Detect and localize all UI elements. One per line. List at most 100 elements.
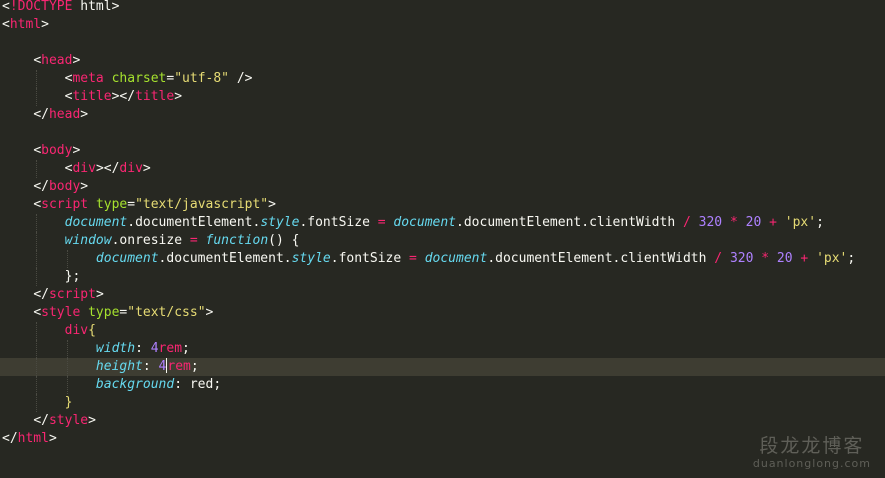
- code-area[interactable]: <!DOCTYPE html> <html> <head> <meta chars…: [0, 0, 885, 448]
- code-token: </: [33, 287, 49, 302]
- indent-guide: [36, 394, 37, 412]
- code-token: () {: [268, 233, 300, 248]
- code-token: ></: [95, 161, 120, 176]
- code-line[interactable]: <head>: [0, 52, 885, 70]
- code-token: rem: [158, 341, 183, 356]
- indent-guide: [36, 322, 37, 340]
- code-token: >: [80, 107, 89, 122]
- code-line[interactable]: <style type="text/css">: [0, 304, 885, 322]
- code-line-text: };: [0, 269, 81, 284]
- code-line[interactable]: width: 4rem;: [0, 340, 885, 358]
- code-token: width: [95, 341, 136, 356]
- code-line-text: <title></title>: [0, 89, 182, 104]
- code-token: 'px': [784, 215, 817, 230]
- code-token: document: [424, 251, 488, 266]
- code-token: script: [41, 197, 89, 212]
- code-token: style: [48, 413, 89, 428]
- code-token: style: [41, 305, 81, 320]
- code-line[interactable]: <script type="text/javascript">: [0, 196, 885, 214]
- code-token: >: [205, 305, 214, 320]
- code-line[interactable]: };: [0, 268, 885, 286]
- code-token: </: [33, 413, 49, 428]
- code-token: :: [142, 359, 159, 374]
- code-token: <: [33, 197, 42, 212]
- code-token: 4: [158, 359, 167, 374]
- code-line-text: width: 4rem;: [0, 341, 190, 356]
- code-token: background: [95, 377, 175, 392]
- code-token: html: [9, 17, 42, 32]
- code-line[interactable]: </style>: [0, 412, 885, 430]
- code-editor[interactable]: <!DOCTYPE html> <html> <head> <meta chars…: [0, 0, 885, 478]
- code-line[interactable]: <title></title>: [0, 88, 885, 106]
- code-token: <: [2, 0, 10, 14]
- code-line[interactable]: <html>: [0, 16, 885, 34]
- code-line-text: <body>: [0, 143, 80, 158]
- code-line[interactable]: <div></div>: [0, 160, 885, 178]
- code-line[interactable]: <!DOCTYPE html>: [0, 0, 885, 16]
- indent-guide: [36, 268, 37, 286]
- code-line-text: <!DOCTYPE html>: [0, 0, 119, 14]
- code-line[interactable]: div{: [0, 322, 885, 340]
- code-token: <: [2, 17, 10, 32]
- code-token: window: [64, 233, 112, 248]
- watermark: 段龙龙博客 duanlonglong.com: [753, 435, 871, 470]
- code-token: *: [729, 215, 738, 230]
- code-line-text: </body>: [0, 179, 88, 194]
- code-token: charset: [111, 71, 167, 86]
- indent-guide: [36, 340, 37, 358]
- code-line[interactable]: document.documentElement.style.fontSize …: [0, 250, 885, 268]
- code-line[interactable]: document.documentElement.style.fontSize …: [0, 214, 885, 232]
- code-token: "text/javascript": [135, 197, 269, 212]
- code-line[interactable]: background: red;: [0, 376, 885, 394]
- code-line[interactable]: <body>: [0, 142, 885, 160]
- code-line[interactable]: <meta charset="utf-8" />: [0, 70, 885, 88]
- indent-guide: [67, 340, 69, 358]
- code-line-text: <style type="text/css">: [0, 305, 213, 320]
- code-line[interactable]: </script>: [0, 286, 885, 304]
- code-line[interactable]: </body>: [0, 178, 885, 196]
- code-line[interactable]: window.onresize = function() {: [0, 232, 885, 250]
- code-token: />: [229, 71, 253, 86]
- code-token: .fontSize: [330, 251, 410, 266]
- code-token: .documentElement.clientWidth: [487, 251, 715, 266]
- indent-guide: [36, 232, 37, 250]
- code-token: 320: [698, 215, 723, 230]
- code-token: ;: [847, 251, 856, 266]
- code-token: html>: [72, 0, 120, 14]
- code-token: =: [409, 251, 417, 266]
- code-line-text: <script type="text/javascript">: [0, 197, 276, 212]
- code-line[interactable]: </head>: [0, 106, 885, 124]
- code-token: document: [95, 251, 159, 266]
- code-line-text: document.documentElement.style.fontSize …: [0, 215, 824, 230]
- code-line[interactable]: [0, 34, 885, 52]
- code-line[interactable]: [0, 124, 885, 142]
- active-code-line[interactable]: height: 4rem;: [0, 358, 885, 376]
- indent-guide: [36, 376, 37, 394]
- code-token: type: [88, 305, 120, 320]
- code-token: body: [41, 143, 73, 158]
- code-token: >: [72, 143, 81, 158]
- code-line-text: </html>: [0, 431, 57, 446]
- indent-guide: [67, 376, 69, 394]
- code-line-text: <meta charset="utf-8" />: [0, 71, 253, 86]
- code-line-text: document.documentElement.style.fontSize …: [0, 251, 855, 266]
- code-line-text: div{: [0, 323, 96, 338]
- code-line[interactable]: }: [0, 394, 885, 412]
- code-token: title: [72, 89, 112, 104]
- code-token: </: [33, 107, 49, 122]
